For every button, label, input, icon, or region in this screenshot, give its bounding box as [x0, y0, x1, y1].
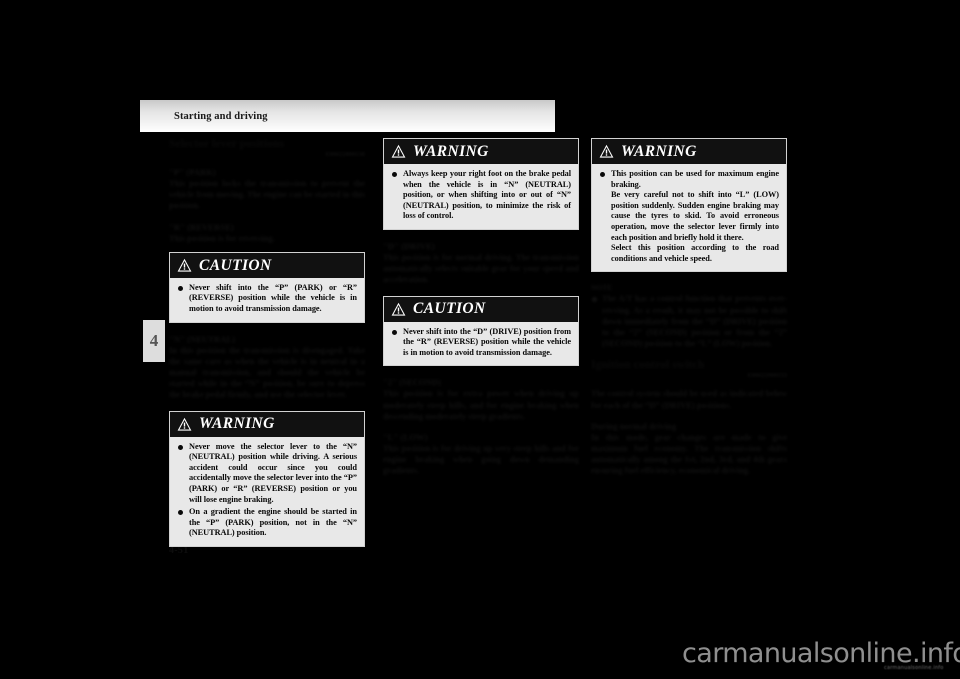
column-middle: WARNING Always keep your right foot on t…: [383, 138, 579, 487]
caution-box-body: Never shift into the “D” (DRIVE) positio…: [384, 322, 578, 366]
body-text-low: This position is for driving up very ste…: [383, 443, 579, 476]
warning-box-body: This position can be used for maximum en…: [592, 164, 786, 271]
chapter-tab: 4: [143, 320, 165, 362]
caution-label: CAUTION: [413, 300, 486, 318]
subheading-low: "L" (LOW): [383, 431, 428, 442]
warning-triangle-icon: [391, 302, 406, 317]
column-left: Selector lever positions E00622800130 "P…: [169, 138, 365, 558]
warning-item: This position can be used for maximum en…: [599, 169, 779, 264]
warning-triangle-icon: [177, 417, 192, 432]
warning-item: On a gradient the engine should be start…: [177, 507, 357, 539]
warning-box-header: WARNING: [384, 139, 578, 164]
column-right: WARNING This position can be used for ma…: [591, 138, 787, 487]
body-text-second: This position is for extra power when dr…: [383, 389, 579, 421]
subheading-second: "2" (SECOND): [383, 377, 442, 388]
warning-label: WARNING: [199, 415, 275, 433]
warning-label: WARNING: [621, 142, 697, 160]
note-heading: NOTE: [591, 283, 613, 293]
body-text-neutral: In this position the transmission is dis…: [169, 345, 365, 400]
watermark-sub: carmanualsonline.info: [884, 665, 944, 671]
caution-item: Never shift into the “P” (PARK) or “R” (…: [177, 283, 357, 315]
warning-box-brake-pedal: WARNING Always keep your right foot on t…: [383, 138, 579, 230]
warning-triangle-icon: [599, 144, 614, 159]
caution-box-park-reverse: CAUTION Never shift into the “P” (PARK) …: [169, 251, 365, 323]
body-text-reverse: This position is for reversing.: [169, 233, 275, 243]
warning-box-header: WARNING: [170, 411, 364, 437]
warning-item: Always keep your right foot on the brake…: [391, 169, 571, 222]
warning-box-body: Always keep your right foot on the brake…: [384, 164, 578, 229]
caution-box-drive-reverse: CAUTION Never shift into the “D” (DRIVE)…: [383, 295, 579, 367]
body-text-park: This position locks the transmission to …: [169, 179, 365, 211]
subheading-neutral: "N" (NEUTRAL): [169, 333, 236, 344]
body-text-drive: This position is for normal driving. The…: [383, 252, 579, 285]
section-heading-selector-lever-positions: Selector lever positions: [169, 138, 285, 150]
warning-triangle-icon: [391, 144, 406, 159]
warning-triangle-icon: [177, 258, 192, 273]
reference-code: E00622900153: [747, 373, 787, 380]
warning-box-body: Never move the selector lever to the “N”…: [170, 437, 364, 546]
body-text-ignition-control: The control system should be used as ind…: [591, 389, 787, 410]
subheading-park: "P" (PARK): [169, 167, 216, 177]
body-text-normal-driving: In this mode, gear changes are made to g…: [591, 432, 787, 476]
section-heading-ignition-control-switch: Ignition control switch: [591, 359, 705, 372]
warning-box-header: WARNING: [592, 139, 786, 164]
caution-box-header: CAUTION: [384, 296, 578, 322]
caution-item: Never shift into the “D” (DRIVE) positio…: [391, 327, 571, 359]
warning-item: Never move the selector lever to the “N”…: [177, 442, 357, 506]
page-title: Starting and driving: [174, 111, 268, 122]
warning-box-neutral: WARNING Never move the selector lever to…: [169, 410, 365, 547]
note-item: The A/T has a control function that prev…: [591, 293, 787, 349]
caution-box-header: CAUTION: [170, 252, 364, 278]
caution-label: CAUTION: [199, 256, 272, 274]
warning-box-engine-braking: WARNING This position can be used for ma…: [591, 138, 787, 273]
warning-label: WARNING: [413, 142, 489, 160]
manual-page: Starting and driving 4 4-51 Selector lev…: [0, 0, 960, 679]
subheading-normal-driving: During normal driving: [591, 420, 677, 431]
subheading-drive: "D" (DRIVE): [383, 240, 435, 251]
caution-box-body: Never shift into the “P” (PARK) or “R” (…: [170, 278, 364, 322]
reference-code: E00622800130: [325, 152, 365, 158]
subheading-reverse: "R" (REVERSE): [169, 221, 234, 232]
